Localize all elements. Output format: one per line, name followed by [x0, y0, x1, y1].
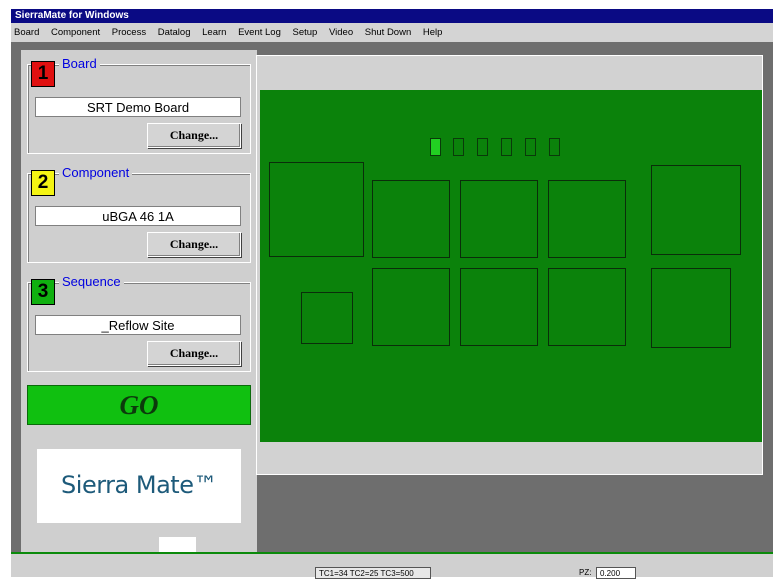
window-title: SierraMate for Windows — [15, 10, 129, 21]
status-indicator-5 — [525, 138, 536, 156]
menu-setup[interactable]: Setup — [293, 27, 318, 38]
board-site-r2-c5[interactable] — [651, 268, 731, 348]
menu-video[interactable]: Video — [329, 27, 353, 38]
pz-label: PZ: — [579, 568, 592, 577]
board-change-button[interactable]: Change... — [147, 123, 241, 148]
menu-learn[interactable]: Learn — [202, 27, 226, 38]
step-3-badge: 3 — [31, 279, 55, 305]
board-field: SRT Demo Board — [35, 97, 241, 117]
menu-datalog[interactable]: Datalog — [158, 27, 191, 38]
sierra-mate-logo: Sierra Mate™ — [37, 449, 241, 523]
board-site-r2-c1[interactable] — [301, 292, 353, 344]
menu-help[interactable]: Help — [423, 27, 443, 38]
sequence-change-button[interactable]: Change... — [147, 341, 241, 366]
menu-component[interactable]: Component — [51, 27, 100, 38]
board-site-r2-c2[interactable] — [372, 268, 450, 346]
menu-process[interactable]: Process — [112, 27, 146, 38]
board-site-r1-c5[interactable] — [651, 165, 741, 255]
menu-event-log[interactable]: Event Log — [238, 27, 281, 38]
status-indicator-4 — [501, 138, 512, 156]
sequence-field: _Reflow Site — [35, 315, 241, 335]
go-button[interactable]: GO — [27, 385, 251, 425]
component-group-title: Component — [59, 165, 133, 181]
menu-board[interactable]: Board — [14, 27, 39, 38]
title-bar: SierraMate for Windows — [11, 9, 773, 23]
status-indicator-3 — [477, 138, 488, 156]
board-site-r2-c4[interactable] — [548, 268, 626, 346]
step-2-badge: 2 — [31, 170, 55, 196]
sequence-group: 3 Sequence _Reflow Site Change... — [27, 274, 251, 372]
status-indicator-1 — [430, 138, 441, 156]
status-indicator-2 — [453, 138, 464, 156]
thermocouple-readout: TC1=34 TC2=25 TC3=500 — [315, 567, 431, 579]
board-site-r2-c3[interactable] — [460, 268, 538, 346]
board-site-r1-c4[interactable] — [548, 180, 626, 258]
pz-value: 0.200 — [596, 567, 636, 579]
board-group-title: Board — [59, 56, 100, 72]
component-group: 2 Component uBGA 46 1A Change... — [27, 165, 251, 263]
board-site-r1-c2[interactable] — [372, 180, 450, 258]
status-bar: TC1=34 TC2=25 TC3=500 PZ: 0.200 — [11, 552, 773, 579]
menu-bar: Board Component Process Datalog Learn Ev… — [11, 23, 773, 42]
component-change-button[interactable]: Change... — [147, 232, 241, 257]
status-indicator-6 — [549, 138, 560, 156]
board-site-r1-c3[interactable] — [460, 180, 538, 258]
logo-text: Sierra Mate™ — [61, 471, 217, 499]
component-field: uBGA 46 1A — [35, 206, 241, 226]
board-site-r1-c1[interactable] — [269, 162, 364, 257]
sequence-group-title: Sequence — [59, 274, 124, 290]
step-1-badge: 1 — [31, 61, 55, 87]
board-group: 1 Board SRT Demo Board Change... — [27, 56, 251, 154]
menu-shut-down[interactable]: Shut Down — [365, 27, 411, 38]
